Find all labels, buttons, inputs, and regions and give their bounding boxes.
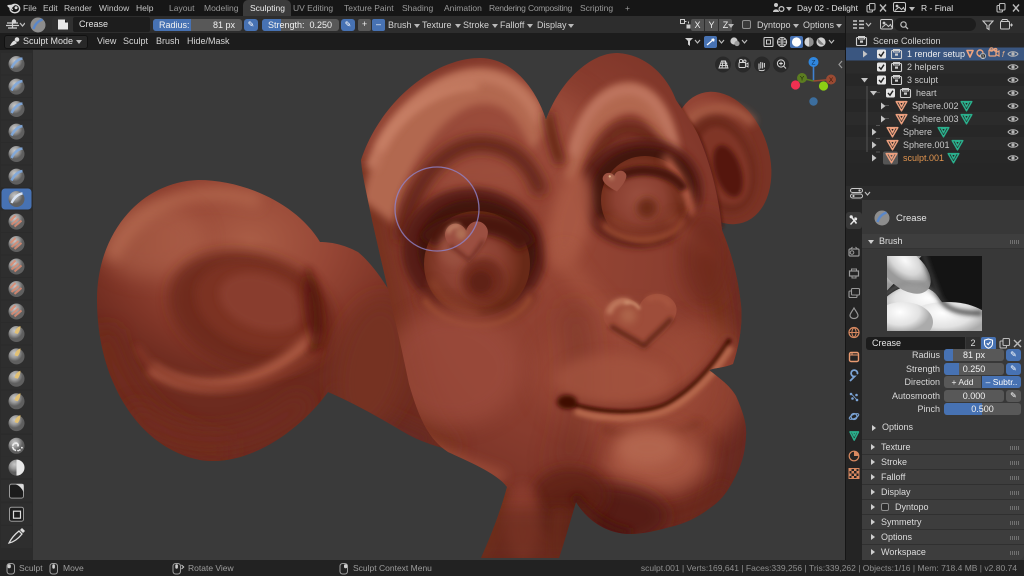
svg-text:0: 0 (982, 54, 985, 60)
svg-text:Scene Collection: Scene Collection (873, 36, 941, 46)
svg-text:heart: heart (916, 88, 937, 98)
svg-text:Sphere.001: Sphere.001 (903, 140, 950, 150)
svg-text:Y: Y (800, 76, 805, 83)
svg-text:3 sculpt: 3 sculpt (907, 75, 939, 85)
svg-text:Sphere.002: Sphere.002 (912, 101, 959, 111)
svg-text:sculpt.001: sculpt.001 (903, 153, 944, 163)
svg-text:Sphere: Sphere (903, 127, 932, 137)
svg-text:1 render setup: 1 render setup (907, 49, 965, 59)
svg-text:2 helpers: 2 helpers (907, 62, 945, 72)
svg-text:Z: Z (812, 60, 816, 67)
svg-text:X: X (829, 77, 834, 84)
svg-text:Sphere.003: Sphere.003 (912, 114, 959, 124)
